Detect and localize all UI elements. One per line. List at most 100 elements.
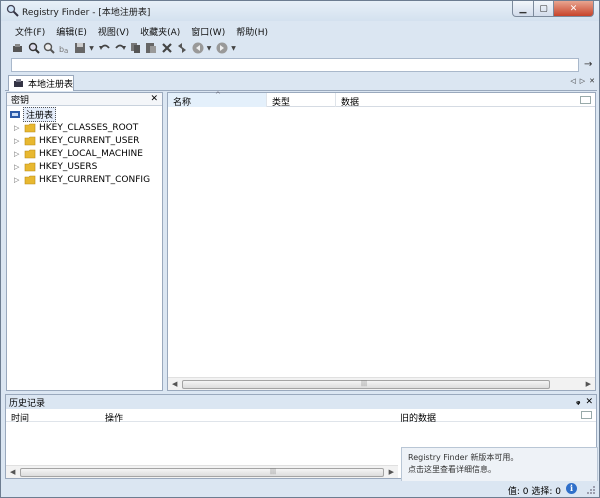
address-input[interactable] — [11, 58, 579, 72]
column-operation[interactable]: 操作 — [100, 409, 390, 424]
forward-icon[interactable] — [215, 41, 229, 55]
tab-strip: 本地注册表 ◁ ▷ ✕ — [5, 75, 597, 91]
close-button[interactable]: ✕ — [554, 1, 594, 17]
menu-favorites[interactable]: 收藏夹(A) — [134, 23, 185, 38]
keys-pane-close-icon[interactable]: ✕ — [150, 94, 158, 104]
paste-icon[interactable] — [144, 41, 158, 55]
back-icon[interactable] — [191, 41, 205, 55]
status-counts: 值: 0 选择: 0 — [507, 487, 561, 497]
tree-item-label: HKEY_CLASSES_ROOT — [39, 122, 139, 133]
info-icon[interactable]: i — [566, 483, 577, 494]
menu-view[interactable]: 视图(V) — [92, 23, 134, 38]
registry-tree: 注册表 ▷ HKEY_CLASSES_ROOT ▷ HKEY_CURRENT_U… — [7, 106, 162, 186]
tree-item-hku[interactable]: ▷ HKEY_USERS — [14, 160, 162, 173]
scroll-right-icon[interactable]: ▶ — [389, 468, 394, 476]
app-magnifier-icon — [6, 4, 19, 17]
tree-item-hkcr[interactable]: ▷ HKEY_CLASSES_ROOT — [14, 121, 162, 134]
history-column-chooser-icon[interactable] — [581, 411, 592, 419]
menu-help[interactable]: 帮助(H) — [230, 23, 273, 38]
tree-root[interactable]: 注册表 — [9, 107, 162, 122]
menu-edit[interactable]: 编辑(E) — [50, 23, 92, 38]
find-icon[interactable] — [27, 41, 41, 55]
history-column-headers: 时间 操作 旧的数据 — [6, 409, 596, 424]
title-bar[interactable]: Registry Finder - [本地注册表] ▁ ▢ ✕ — [1, 1, 599, 21]
refresh-icon[interactable] — [175, 41, 189, 55]
menu-file[interactable]: 文件(F) — [9, 23, 50, 38]
tree-item-label: HKEY_LOCAL_MACHINE — [39, 148, 143, 159]
replace-icon[interactable]: ba — [58, 41, 72, 55]
scrollbar-grip-icon: ||| — [270, 468, 277, 475]
go-arrow-icon[interactable]: → — [584, 59, 596, 71]
column-old-data-label: 旧的数据 — [400, 414, 437, 424]
history-controls: ᵩ ✕ — [571, 397, 593, 407]
values-horizontal-scrollbar[interactable]: ◀ ||| ▶ — [168, 377, 595, 390]
column-chooser-icon[interactable] — [580, 96, 591, 104]
history-title: 历史记录 — [9, 398, 46, 409]
sort-ascending-icon: ^ — [215, 91, 221, 99]
notification-line-2: 点击这里查看详细信息。 — [408, 465, 496, 474]
scroll-right-icon[interactable]: ▶ — [586, 380, 591, 388]
svg-text:a: a — [64, 47, 68, 55]
find-next-icon[interactable] — [42, 41, 56, 55]
copy-icon[interactable] — [129, 41, 143, 55]
keys-pane-title: 密钥 — [11, 95, 30, 106]
history-pane: 历史记录 ᵩ ✕ 时间 操作 旧的数据 ◀ ||| ▶ Registry Fin… — [5, 394, 598, 485]
column-old-data[interactable]: 旧的数据 — [395, 409, 575, 424]
pin-icon[interactable]: ᵩ — [576, 397, 580, 407]
folder-icon — [24, 149, 36, 159]
folder-icon — [24, 136, 36, 146]
column-name-label: 名称 — [173, 98, 192, 108]
maximize-button[interactable]: ▢ — [534, 1, 554, 17]
update-notification[interactable]: Registry Finder 新版本可用。 点击这里查看详细信息。 — [401, 447, 598, 485]
tab-label: 本地注册表 — [27, 80, 73, 90]
menu-window[interactable]: 窗口(W) — [185, 23, 230, 38]
tab-local-registry[interactable]: 本地注册表 — [8, 75, 74, 91]
folder-icon — [24, 162, 36, 172]
undo-icon[interactable] — [98, 41, 112, 55]
keys-pane-header: 密钥 ✕ — [7, 93, 162, 106]
keys-pane: 密钥 ✕ 注册表 ▷ HKEY_CLASSES_ROOT ▷ HKEY_CURR… — [6, 92, 163, 391]
expand-icon[interactable]: ▷ — [14, 124, 22, 132]
expand-icon[interactable]: ▷ — [14, 163, 22, 171]
tree-item-hkcc[interactable]: ▷ HKEY_CURRENT_CONFIG — [14, 173, 162, 186]
redo-icon[interactable] — [113, 41, 127, 55]
tab-next-icon[interactable]: ▷ — [580, 77, 585, 85]
tree-item-hkcu[interactable]: ▷ HKEY_CURRENT_USER — [14, 134, 162, 147]
tree-item-hklm[interactable]: ▷ HKEY_LOCAL_MACHINE — [14, 147, 162, 160]
window-controls: ▁ ▢ ✕ — [512, 1, 594, 17]
delete-icon[interactable] — [160, 41, 174, 55]
column-operation-label: 操作 — [105, 414, 124, 424]
expand-icon[interactable]: ▷ — [14, 176, 22, 184]
expand-icon[interactable]: ▷ — [14, 150, 22, 158]
notification-line-1: Registry Finder 新版本可用。 — [408, 453, 519, 462]
connect-icon[interactable] — [11, 41, 25, 55]
column-name[interactable]: 名称 ^ — [168, 91, 267, 108]
save-icon[interactable] — [73, 41, 87, 55]
tree-item-label: HKEY_USERS — [39, 161, 98, 172]
values-pane: 名称 ^ 类型 数据 ◀ ||| ▶ — [167, 91, 596, 391]
tab-close-icon[interactable]: ✕ — [589, 77, 595, 85]
scrollbar-grip-icon: ||| — [361, 380, 368, 387]
registry-root-icon — [10, 111, 20, 118]
tab-prev-icon[interactable]: ◁ — [570, 77, 575, 85]
scroll-left-icon[interactable]: ◀ — [10, 468, 15, 476]
history-close-icon[interactable]: ✕ — [585, 397, 593, 407]
scrollbar-thumb[interactable] — [20, 468, 384, 477]
expand-icon[interactable]: ▷ — [14, 137, 22, 145]
resize-grip-icon[interactable] — [586, 485, 596, 495]
scroll-left-icon[interactable]: ◀ — [172, 380, 177, 388]
folder-icon — [24, 175, 36, 185]
values-column-headers: 名称 ^ 类型 数据 — [168, 91, 595, 108]
column-data[interactable]: 数据 — [336, 93, 576, 108]
forward-dropdown-icon[interactable]: ▼ — [231, 41, 237, 55]
tree-item-label: HKEY_CURRENT_CONFIG — [39, 174, 151, 185]
app-window: Registry Finder - [本地注册表] ▁ ▢ ✕ 文件(F) 编辑… — [0, 0, 600, 498]
save-dropdown-icon[interactable]: ▼ — [89, 41, 95, 55]
status-bar: 值: 0 选择: 0 i — [1, 481, 599, 497]
column-type[interactable]: 类型 — [267, 93, 336, 108]
back-dropdown-icon[interactable]: ▼ — [206, 41, 212, 55]
history-horizontal-scrollbar[interactable]: ◀ ||| ▶ — [6, 465, 398, 478]
minimize-button[interactable]: ▁ — [512, 1, 534, 17]
column-time[interactable]: 时间 — [6, 409, 96, 424]
toolbar: ba ▼ ▼ ▼ — [11, 40, 240, 56]
